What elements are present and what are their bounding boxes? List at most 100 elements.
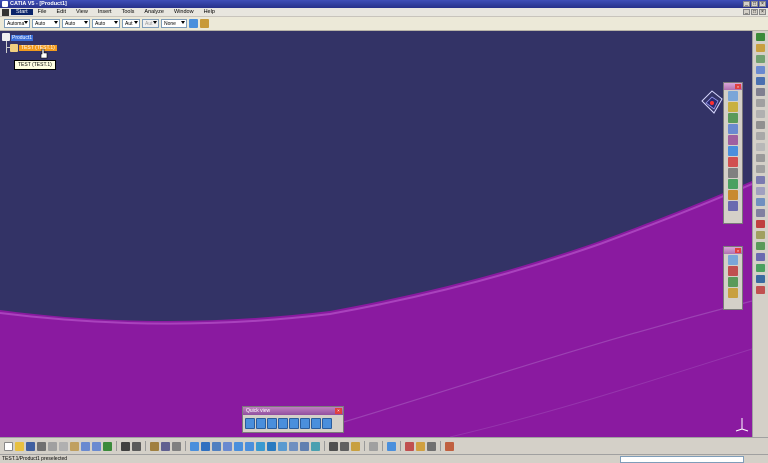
top-view-icon[interactable] (300, 418, 310, 429)
right-tool-9-icon[interactable] (756, 121, 765, 129)
product-doc-icon[interactable] (2, 8, 9, 16)
right-tool-1-icon[interactable] (756, 33, 765, 41)
right-view-icon[interactable] (289, 418, 299, 429)
bottom-view-icon[interactable] (311, 418, 321, 429)
right-tool-17-icon[interactable] (756, 209, 765, 217)
quick-view-close-button[interactable]: × (335, 408, 342, 414)
transparency-combo[interactable]: Auto (32, 19, 60, 28)
toolbar-1-button-8-icon[interactable] (728, 168, 738, 178)
toolbar-1-button-5-icon[interactable] (728, 135, 738, 145)
toolbar-1-button-9-icon[interactable] (728, 179, 738, 189)
snap-icon[interactable] (340, 441, 349, 451)
right-tool-18-icon[interactable] (756, 220, 765, 228)
paste-icon[interactable] (70, 441, 79, 451)
layer-combo[interactable]: None (161, 19, 187, 28)
walk-icon[interactable] (427, 441, 436, 451)
doc-restore-button[interactable]: □ (751, 9, 758, 15)
right-tool-14-icon[interactable] (756, 176, 765, 184)
product-icon[interactable] (2, 33, 10, 41)
menu-insert[interactable]: Insert (93, 9, 117, 15)
paint-brush-icon[interactable] (200, 19, 209, 28)
hide-show-icon[interactable] (289, 441, 298, 451)
quick-view-header[interactable]: Quick view × (243, 407, 343, 415)
toolbar-1-button-7-icon[interactable] (728, 157, 738, 167)
right-tool-23-icon[interactable] (756, 275, 765, 283)
toolbar-1-button-4-icon[interactable] (728, 124, 738, 134)
toolbar-2-button-4-icon[interactable] (728, 288, 738, 298)
toolbar-2-close-button[interactable]: × (735, 248, 741, 253)
fit-all-icon[interactable] (201, 441, 210, 451)
fly-mode-icon[interactable] (190, 441, 199, 451)
menu-window[interactable]: Window (169, 9, 199, 15)
right-tool-6-icon[interactable] (756, 88, 765, 96)
cut-icon[interactable] (48, 441, 57, 451)
measure-icon[interactable] (172, 441, 181, 451)
right-tool-7-icon[interactable] (756, 99, 765, 107)
swap-visible-space-icon[interactable] (300, 441, 309, 451)
menu-start[interactable]: Start (11, 9, 33, 15)
render-style-icon[interactable] (311, 441, 320, 451)
right-tool-3-icon[interactable] (756, 55, 765, 63)
right-tool-13-icon[interactable] (756, 165, 765, 173)
right-tool-15-icon[interactable] (756, 187, 765, 195)
right-tool-21-icon[interactable] (756, 253, 765, 261)
line-thickness-combo[interactable]: Auto (62, 19, 90, 28)
toolbar-1-button-11-icon[interactable] (728, 201, 738, 211)
right-tool-12-icon[interactable] (756, 154, 765, 162)
right-tool-16-icon[interactable] (756, 198, 765, 206)
power-input-field[interactable] (620, 456, 744, 463)
left-view-icon[interactable] (278, 418, 288, 429)
save-icon[interactable] (26, 441, 35, 451)
floating-toolbar-1-header[interactable]: × (724, 83, 742, 90)
toolbar-2-button-1-icon[interactable] (728, 255, 738, 265)
grid-icon[interactable] (329, 441, 338, 451)
copy-icon[interactable] (59, 441, 68, 451)
right-tool-8-icon[interactable] (756, 110, 765, 118)
compass-tool-icon[interactable] (351, 441, 360, 451)
menu-tools[interactable]: Tools (117, 9, 140, 15)
3d-viewport[interactable]: × (0, 31, 752, 437)
back-view-icon[interactable] (267, 418, 277, 429)
pan-icon[interactable] (212, 441, 221, 451)
right-tool-22-icon[interactable] (756, 264, 765, 272)
measure-between-icon[interactable] (387, 441, 396, 451)
right-tool-19-icon[interactable] (756, 231, 765, 239)
floating-toolbar-2-header[interactable]: × (724, 247, 742, 254)
menu-help[interactable]: Help (199, 9, 220, 15)
toolbar-1-button-1-icon[interactable] (728, 91, 738, 101)
open-folder-icon[interactable] (15, 441, 24, 451)
right-tool-10-icon[interactable] (756, 132, 765, 140)
zoom-in-icon[interactable] (234, 441, 243, 451)
undo-icon[interactable] (81, 441, 90, 451)
tree-child-part[interactable]: TEST (TEST.1) (19, 45, 57, 51)
toolbar-2-button-2-icon[interactable] (728, 266, 738, 276)
toolbar-1-button-6-icon[interactable] (728, 146, 738, 156)
toolbar-2-button-3-icon[interactable] (728, 277, 738, 287)
menu-file[interactable]: File (33, 9, 52, 15)
redo-icon[interactable] (92, 441, 101, 451)
close-button[interactable]: × (759, 1, 766, 7)
toolbar-1-close-button[interactable]: × (735, 84, 741, 89)
point-symbol-combo[interactable]: Aut (122, 19, 140, 28)
menu-analyze[interactable]: Analyze (139, 9, 169, 15)
doc-minimize-button[interactable]: _ (743, 9, 750, 15)
right-tool-11-icon[interactable] (756, 143, 765, 151)
normal-view-icon[interactable] (256, 441, 265, 451)
catalog-icon[interactable] (150, 441, 159, 451)
front-view-icon[interactable] (256, 418, 266, 429)
knowledge-icon[interactable] (445, 441, 454, 451)
line-type-combo[interactable]: Auto (92, 19, 120, 28)
camera-icon[interactable] (161, 441, 170, 451)
shading-icon[interactable] (278, 441, 287, 451)
minimize-button[interactable]: _ (743, 1, 750, 7)
right-tool-20-icon[interactable] (756, 242, 765, 250)
scene-icon[interactable] (416, 441, 425, 451)
rotate-icon[interactable] (223, 441, 232, 451)
formula-icon[interactable] (121, 441, 130, 451)
right-tool-5-icon[interactable] (756, 77, 765, 85)
menu-edit[interactable]: Edit (52, 9, 71, 15)
new-document-icon[interactable] (4, 441, 13, 451)
doc-close-button[interactable]: × (759, 9, 766, 15)
quick-view-icon[interactable] (267, 441, 276, 451)
print-icon[interactable] (37, 441, 46, 451)
